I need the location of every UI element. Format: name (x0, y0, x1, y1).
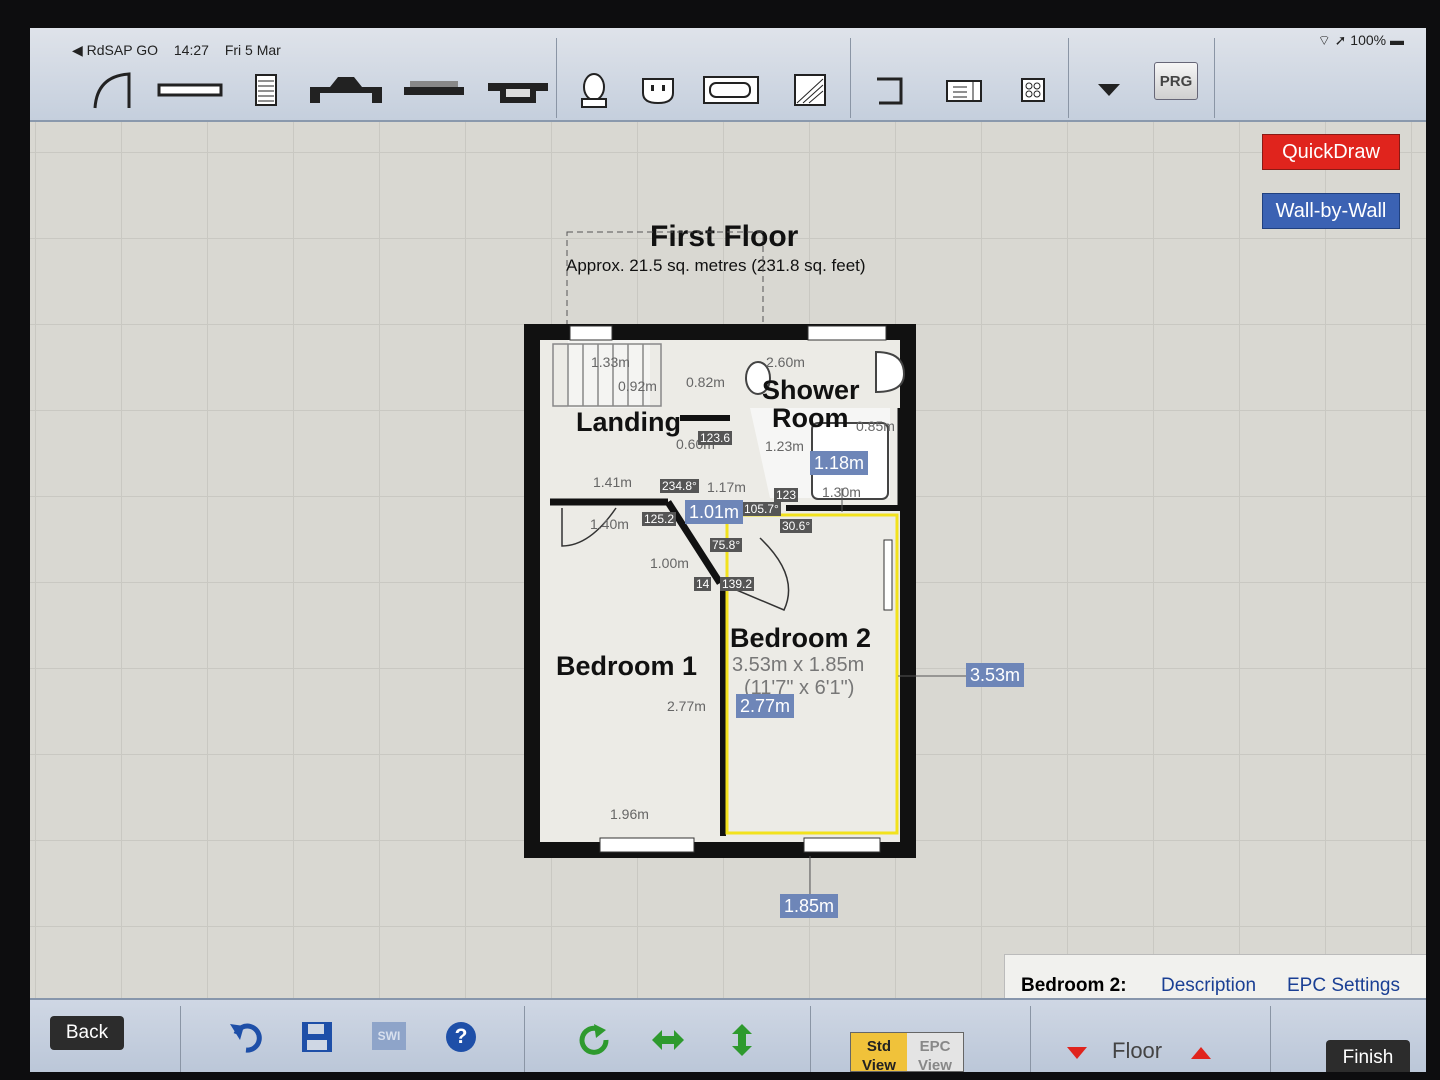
flip-vertical-icon[interactable] (730, 1022, 754, 1056)
angle-badge[interactable]: 14 (694, 577, 712, 591)
measure-tag-bedroom2-height[interactable]: 3.53m (966, 663, 1025, 687)
dim-label: 0.92m (618, 378, 657, 394)
angle-badge[interactable]: 30.6° (780, 519, 813, 533)
floor-label: Floor (1112, 1038, 1163, 1063)
toolbar-divider (1270, 1006, 1271, 1072)
undo-icon[interactable] (228, 1020, 264, 1054)
swi-button[interactable]: SWI (372, 1022, 406, 1050)
room-label-landing[interactable]: Landing (576, 408, 681, 436)
angle-badge[interactable]: 75.8° (710, 538, 743, 552)
dim-label: 0.85m (856, 418, 895, 434)
floor-down-icon[interactable] (1066, 1046, 1088, 1072)
dim-label: 1.33m (591, 354, 630, 370)
back-button[interactable]: Back (50, 1016, 124, 1050)
std-view-button[interactable]: Std View (851, 1033, 907, 1073)
angle-badge[interactable]: 123 (774, 488, 799, 502)
floor-up-icon[interactable] (1190, 1046, 1212, 1072)
finish-button[interactable]: Finish (1326, 1040, 1410, 1072)
room-label-shower-line1[interactable]: Shower (762, 376, 860, 404)
view-toggle[interactable]: Std View EPC View (850, 1032, 964, 1072)
measure-tag-shower[interactable]: 1.18m (810, 451, 869, 475)
help-button[interactable]: ? (446, 1022, 476, 1052)
bottom-toolbar: Back SWI ? Std View EPC View Floor Finis… (30, 998, 1426, 1072)
dim-label: 2.60m (766, 354, 805, 370)
dim-label: 1.00m (650, 555, 689, 571)
dim-label: 2.77m (667, 698, 706, 714)
dim-label: 1.40m (590, 516, 629, 532)
epc-settings-link[interactable]: EPC Settings (1287, 975, 1400, 997)
dim-label: 0.82m (686, 374, 725, 390)
angle-badge[interactable]: 125.2 (642, 512, 677, 526)
dim-label: 1.96m (610, 806, 649, 822)
measure-tag-bedroom2-left[interactable]: 2.77m (736, 694, 795, 718)
dim-label: 1.17m (707, 479, 746, 495)
measure-tag-bedroom2-width[interactable]: 1.85m (780, 894, 839, 918)
save-icon[interactable] (300, 1020, 334, 1054)
bedroom2-size-metric: 3.53m x 1.85m (732, 654, 865, 676)
rotate-icon[interactable] (578, 1024, 612, 1058)
selected-room-label: Bedroom 2: (1021, 975, 1127, 996)
app-screen: ◀ RdSAP GO 14:27 Fri 5 Mar ⌔ ➚ 100% ▬ PR… (30, 28, 1426, 1072)
epc-view-label-1: EPC (919, 1038, 951, 1055)
room-label-bedroom2[interactable]: Bedroom 2 (730, 624, 871, 652)
angle-badge[interactable]: 234.8° (660, 479, 699, 493)
flip-horizontal-icon[interactable] (650, 1028, 686, 1062)
dim-label: 1.41m (593, 474, 632, 490)
measure-tag-door[interactable]: 1.01m (685, 500, 744, 524)
room-label-shower-line2[interactable]: Room (772, 404, 849, 432)
angle-badge[interactable]: 139.2 (720, 577, 755, 591)
angle-badge[interactable]: 123.6 (698, 431, 733, 445)
angle-badge[interactable]: 105.7° (742, 502, 781, 516)
toolbar-divider (1030, 1006, 1031, 1072)
toolbar-divider (180, 1006, 181, 1072)
dim-label: 1.23m (765, 438, 804, 454)
room-label-bedroom1[interactable]: Bedroom 1 (556, 652, 697, 680)
epc-view-button[interactable]: EPC View (907, 1033, 963, 1073)
epc-view-label-2: View (918, 1057, 952, 1073)
description-link[interactable]: Description (1161, 975, 1256, 997)
toolbar-divider (810, 1006, 811, 1072)
toolbar-divider (524, 1006, 525, 1072)
dim-label: 1.30m (822, 484, 861, 500)
std-view-label-2: View (862, 1057, 896, 1073)
std-view-label-1: Std (866, 1038, 892, 1055)
